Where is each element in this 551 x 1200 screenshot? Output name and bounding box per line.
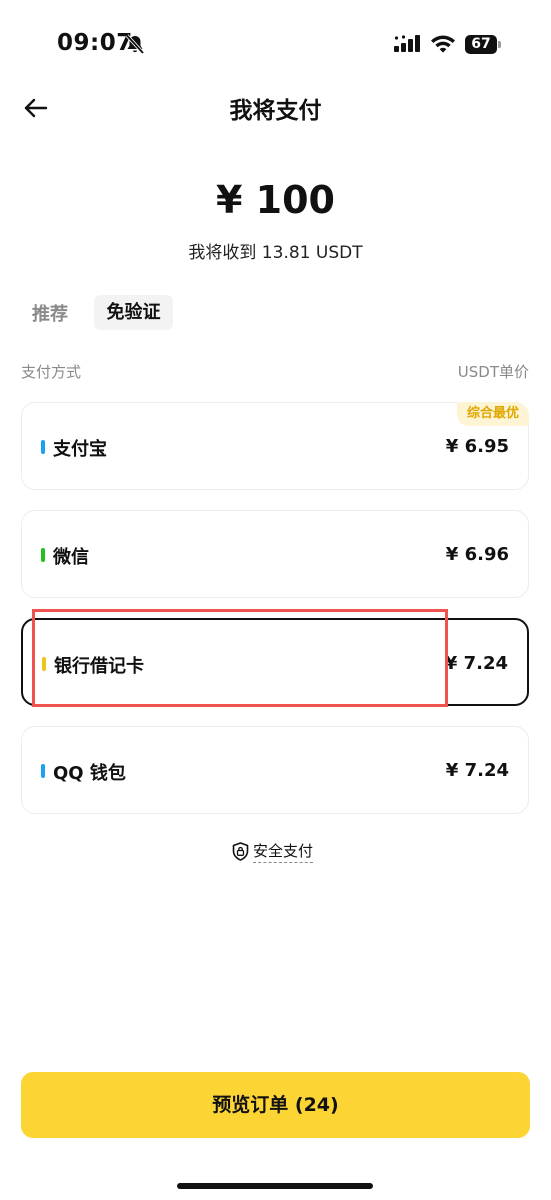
battery-level: 67 (465, 35, 497, 54)
wechat-color-bar (41, 548, 45, 562)
signal-icon (394, 35, 420, 52)
pay-amount: ¥ 100 (216, 178, 335, 222)
secure-payment-label: 安全支付 (253, 840, 314, 863)
payment-option-name: 银行借记卡 (54, 656, 144, 677)
bell-muted-icon (125, 34, 145, 55)
status-bar: 09:07 67 (0, 0, 551, 90)
payment-option-price: ¥ 7.24 (444, 653, 508, 674)
best-overall-badge: 综合最优 (456, 402, 529, 426)
wifi-icon (431, 35, 455, 53)
payment-option-name: 支付宝 (53, 439, 107, 460)
battery-icon: 67 (465, 35, 501, 54)
battery-cap (498, 41, 501, 48)
payment-option-alipay[interactable]: 支付宝 ¥ 6.95 综合最优 (21, 402, 529, 490)
payment-option-bank-debit-card[interactable]: 银行借记卡 ¥ 7.24 (21, 618, 529, 706)
payment-option-price: ¥ 6.95 (445, 436, 509, 457)
tab-recommend[interactable]: 推荐 (32, 300, 68, 326)
payment-option-price: ¥ 7.24 (445, 760, 509, 781)
payment-option-name: QQ 钱包 (53, 763, 126, 784)
receive-amount: 我将收到 13.81 USDT (188, 243, 363, 263)
payment-option-wechat[interactable]: 微信 ¥ 6.96 (21, 510, 529, 598)
preview-order-button[interactable]: 预览订单 (24) (21, 1072, 530, 1138)
qq-wallet-color-bar (41, 764, 45, 778)
home-indicator[interactable] (177, 1183, 373, 1189)
bank-card-color-bar (42, 657, 46, 671)
page-title: 我将支付 (229, 98, 322, 124)
tab-no-verification[interactable]: 免验证 (94, 295, 173, 330)
status-time: 09:07 (57, 30, 133, 56)
shield-lock-icon (232, 842, 249, 861)
payment-option-name: 微信 (53, 547, 89, 568)
payment-option-qq-wallet[interactable]: QQ 钱包 ¥ 7.24 (21, 726, 529, 814)
alipay-color-bar (41, 440, 45, 454)
column-header-price: USDT单价 (457, 363, 529, 381)
column-header-method: 支付方式 (21, 363, 82, 381)
payment-option-price: ¥ 6.96 (445, 544, 509, 565)
